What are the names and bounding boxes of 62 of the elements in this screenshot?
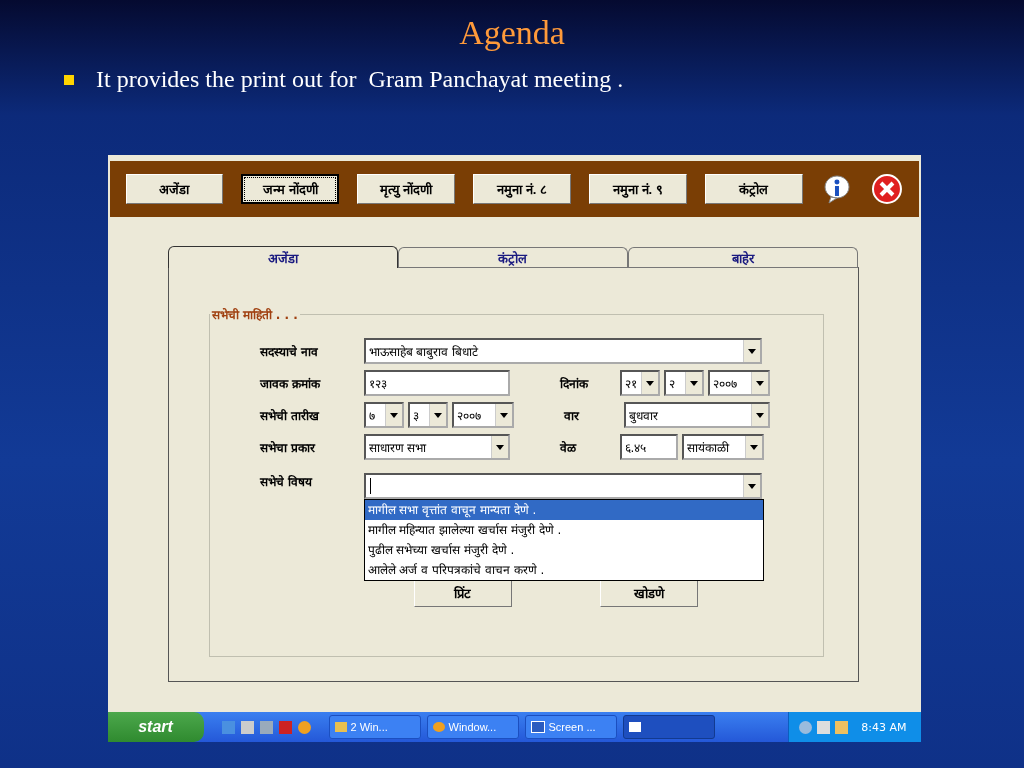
date-dropdown[interactable]: ३ [407, 402, 448, 428]
date-dropdown[interactable]: २००७ [451, 402, 514, 428]
toolbar-button[interactable]: जन्म नोंदणी [241, 174, 340, 204]
input-field[interactable]: १२३ [363, 370, 510, 396]
dropdown-arrow-icon[interactable] [495, 444, 504, 450]
date-dropdown[interactable]: २१ [619, 370, 660, 396]
dropdown-arrow-icon[interactable] [749, 444, 758, 450]
tab[interactable]: बाहेर [627, 247, 858, 267]
tab[interactable]: अजेंडा [167, 246, 398, 268]
toolbar-button[interactable]: मृत्यु नोंदणी [357, 174, 456, 204]
group-title: सभेची माहिती . . . [210, 307, 299, 323]
toolbar-button[interactable]: कंट्रोल [704, 174, 803, 204]
field-label: वार [563, 407, 581, 424]
bullet-text: It provides the print out for Gram Panchayat meeting . [96, 66, 624, 93]
tray-icon[interactable] [817, 720, 831, 734]
dropdown-arrow-icon[interactable] [645, 380, 654, 386]
tab[interactable]: कंट्रोल [397, 247, 628, 267]
taskbar-button[interactable]: Screen ... [524, 715, 617, 739]
field-label: सभेचे विषय [259, 474, 314, 490]
dropdown-arrow-icon[interactable] [755, 380, 764, 386]
dropdown-arrow-icon[interactable] [747, 483, 756, 489]
date-dropdown[interactable]: ७ [363, 402, 404, 428]
member-dropdown[interactable]: भाऊसाहेब बाबुराव बिधाटे [363, 338, 762, 364]
date-dropdown[interactable]: २००७ [707, 370, 770, 396]
dropdown-arrow-icon[interactable] [389, 412, 398, 418]
dropdown-arrow-icon[interactable] [747, 348, 756, 354]
quick-launch-icon[interactable] [240, 720, 254, 734]
field-label: दिनांक [559, 375, 590, 392]
period-dropdown[interactable]: सायंकाळी [681, 434, 764, 460]
dropdown-arrow-icon[interactable] [499, 412, 508, 418]
action-button[interactable]: खोडणे [599, 579, 698, 607]
list-option[interactable]: मागील सभा वृत्तांत वाचून मान्यता देणे . [364, 500, 763, 520]
taskbar-button[interactable]: 2 Win... [328, 715, 421, 739]
taskbar-button[interactable] [622, 715, 715, 739]
text-cursor-icon [369, 478, 371, 494]
dropdown-arrow-icon[interactable] [433, 412, 442, 418]
dropdown-arrow-icon[interactable] [755, 412, 764, 418]
date-dropdown[interactable]: २ [663, 370, 704, 396]
start-button[interactable]: start [107, 712, 204, 742]
field-label: जावक क्रमांक [259, 375, 322, 392]
field-label: सभेचा प्रकार [259, 439, 317, 456]
field-label: सभेची तारीख [259, 407, 321, 424]
list-option[interactable]: आलेले अर्ज व परिपत्रकांचे वाचन करणे . [364, 560, 763, 580]
slide-title: Agenda [459, 14, 565, 52]
clock: 8:43 AM [861, 720, 907, 734]
close-icon[interactable] [870, 173, 903, 205]
list-option[interactable]: पुढील सभेच्या खर्चास मंजुरी देणे . [364, 540, 763, 560]
action-button[interactable]: प्रिंट [413, 579, 512, 607]
field-label: वेळ [559, 439, 578, 456]
dropdown-arrow-icon[interactable] [689, 380, 698, 386]
weekday-dropdown[interactable]: बुधवार [623, 402, 770, 428]
list-option[interactable]: मागील महिन्यात झालेल्या खर्चास मंजुरी देणे . [364, 520, 763, 540]
toolbar-button[interactable]: नमुना नं. ९ [588, 174, 687, 204]
subject-dropdown[interactable] [363, 473, 762, 499]
toolbar-button[interactable]: अजेंडा [125, 174, 224, 204]
toolbar-button[interactable]: नमुना नं. ८ [473, 174, 571, 204]
bullet-icon [64, 74, 74, 85]
quick-launch-icon[interactable] [297, 720, 311, 734]
input-field[interactable]: ६.४५ [619, 434, 678, 460]
field-label: सदस्याचे नाव [259, 343, 319, 360]
taskbar-button[interactable]: Window... [426, 715, 519, 739]
type-dropdown[interactable]: साधारण सभा [363, 434, 510, 460]
